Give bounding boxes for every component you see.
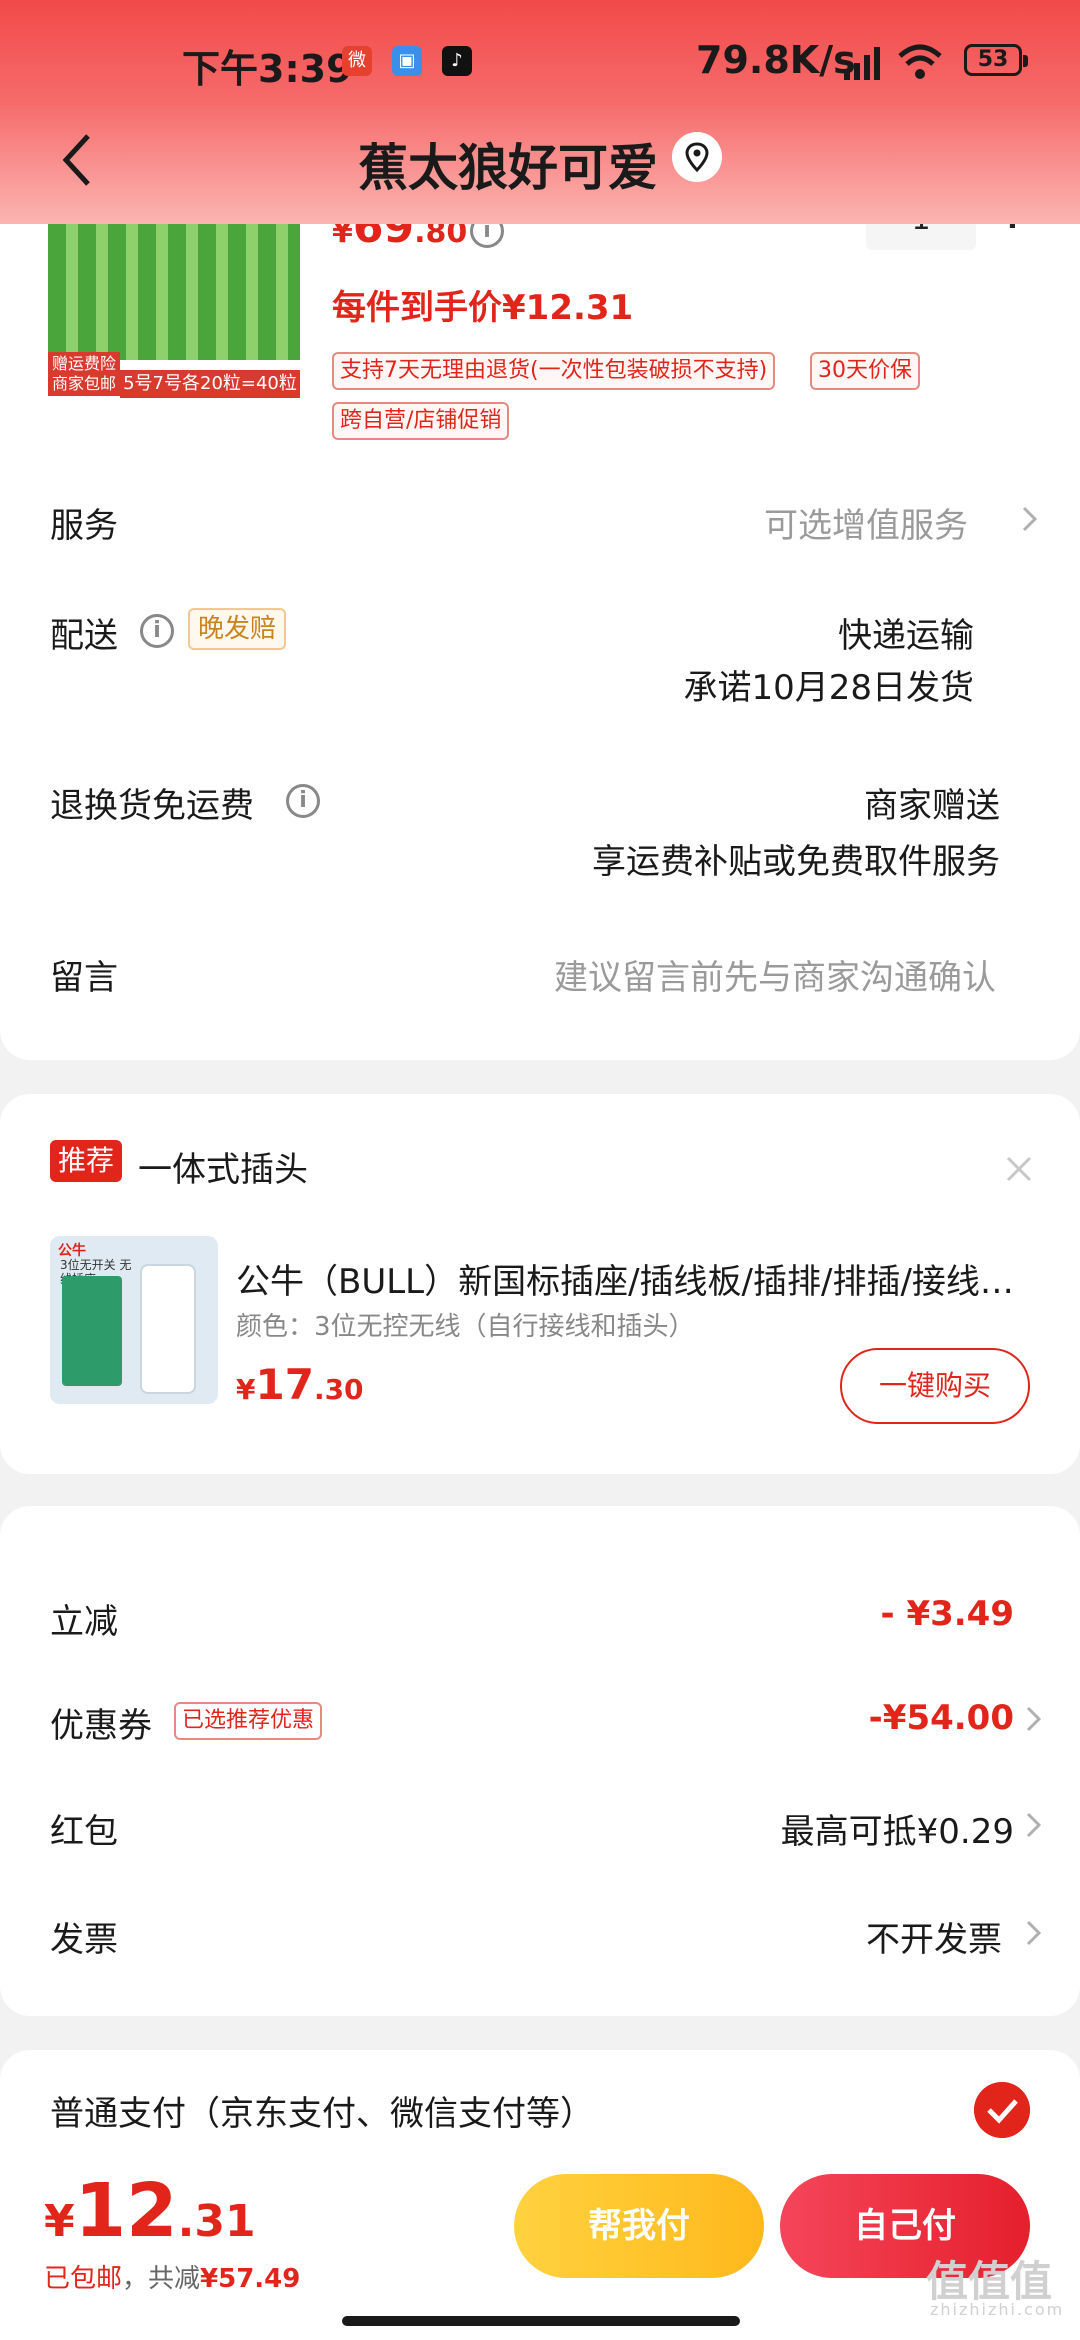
delivery-row[interactable]: 配送 i 晚发赔 快递运输 承诺10月28日发货 — [0, 608, 1080, 728]
header: 下午3:39 微 ▣ ♪ 79.8K/s 53 蕉太狼好可爱 — [0, 0, 1080, 224]
saved-prefix: ，共减 — [122, 2264, 201, 2294]
payment-method-label: 普通支付（京东支付、微信支付等） — [50, 2094, 594, 2134]
instant-discount-label: 立减 — [50, 1602, 118, 1642]
pay-for-me-button[interactable]: 帮我付 — [514, 2174, 764, 2278]
redpacket-label: 红包 — [50, 1812, 118, 1852]
rec-price-decimal: .30 — [313, 1373, 364, 1406]
coupon-label: 优惠券 — [50, 1706, 152, 1746]
rec-price-currency: ¥ — [236, 1373, 256, 1406]
total-price: ¥12.31 — [44, 2168, 256, 2254]
tiktok-app-icon: ♪ — [442, 46, 472, 76]
coupon-selected-badge: 已选推荐优惠 — [174, 1702, 323, 1740]
instant-discount-row: 立减 - ¥3.49 — [0, 1594, 1080, 1654]
price-protect-tag: 30天价保 — [810, 352, 920, 390]
status-bar: 下午3:39 微 ▣ ♪ 79.8K/s 53 — [0, 32, 1080, 92]
delivery-info-icon[interactable]: i — [140, 614, 174, 648]
coupon-row[interactable]: 优惠券 已选推荐优惠 -¥54.00 — [0, 1698, 1080, 1758]
delivery-label: 配送 — [50, 616, 118, 656]
return-shipping-row[interactable]: 退换货免运费 i 商家赠送 享运费补贴或免费取件服务 — [0, 778, 1080, 898]
location-pin-icon[interactable] — [672, 132, 722, 182]
redpacket-row[interactable]: 红包 最高可抵¥0.29 — [0, 1804, 1080, 1864]
one-click-buy-button[interactable]: 一键购买 — [840, 1348, 1030, 1424]
recommend-card: 推荐 一体式插头 公牛 3位无开关 无线插座 公牛（BULL）新国标插座/插线板… — [0, 1094, 1080, 1474]
price-per-item: 每件到手价¥12.31 — [332, 288, 634, 328]
chevron-right-icon — [1026, 1812, 1042, 1838]
discount-card: 立减 - ¥3.49 优惠券 已选推荐优惠 -¥54.00 红包 最高可抵¥0.… — [0, 1506, 1080, 2016]
page-title-text: 蕉太狼好可爱 — [358, 139, 658, 197]
delivery-method: 快递运输 — [838, 616, 974, 656]
return-subsidy: 享运费补贴或免费取件服务 — [592, 842, 1000, 882]
late-compensation-badge: 晚发赔 — [188, 608, 287, 650]
coupon-value: -¥54.00 — [868, 1698, 1014, 1738]
recommend-title: 一体式插头 — [138, 1150, 308, 1190]
recommend-badge: 推荐 — [50, 1140, 123, 1182]
recommend-price: ¥17.30 — [236, 1360, 364, 1409]
close-icon[interactable] — [1004, 1154, 1034, 1184]
return-label: 退换货免运费 — [50, 786, 254, 826]
invoice-row[interactable]: 发票 不开发票 — [0, 1912, 1080, 1972]
thumb-power-strip — [140, 1264, 196, 1394]
service-row[interactable]: 服务 可选增值服务 — [0, 498, 1080, 558]
recommend-product-spec: 颜色：3位无控无线（自行接线和插头） — [236, 1312, 695, 1342]
home-indicator[interactable] — [342, 2316, 740, 2326]
chevron-right-icon — [1026, 1920, 1042, 1946]
net-speed: 79.8K/s — [696, 38, 856, 82]
return-info-icon[interactable]: i — [286, 784, 320, 818]
shipping-free-text: 已包邮 — [44, 2264, 123, 2294]
total-currency: ¥ — [44, 2196, 75, 2247]
calendar-app-icon: ▣ — [392, 46, 422, 76]
product-card: 赠运费险 商家包邮 5号7号各20粒=40粒 ¥69.80 i 1 + 每件到手… — [0, 150, 1080, 1060]
chevron-right-icon — [1026, 1706, 1042, 1732]
message-label: 留言 — [50, 958, 118, 998]
rec-price-integer: 17 — [255, 1360, 314, 1409]
total-decimal: .31 — [177, 2196, 256, 2247]
checkout-bar: ¥12.31 已包邮，共减¥57.49 帮我付 自己付 值值值 zhizhizh… — [0, 2148, 1080, 2340]
total-summary: 已包邮，共减¥57.49 — [44, 2258, 300, 2295]
thumb-spec-tag: 5号7号各20粒=40粒 — [120, 370, 300, 398]
thumb-brand: 公牛 — [58, 1243, 86, 1259]
chevron-right-icon — [1022, 506, 1038, 532]
service-label: 服务 — [50, 506, 118, 546]
invoice-value: 不开发票 — [866, 1920, 1002, 1960]
nav-bar: 蕉太狼好可爱 — [0, 118, 1080, 198]
recommend-product-name[interactable]: 公牛（BULL）新国标插座/插线板/插排/排插/接线板/拖线板 — [236, 1254, 1036, 1303]
page-title[interactable]: 蕉太狼好可爱 — [0, 128, 1016, 200]
status-time: 下午3:39 — [182, 47, 353, 91]
site-watermark-url: zhizhizhi.com — [930, 2300, 1065, 2319]
message-row[interactable]: 留言 建议留言前先与商家沟通确认 — [0, 950, 1080, 1010]
invoice-label: 发票 — [50, 1920, 118, 1960]
recommend-thumbnail[interactable]: 公牛 3位无开关 无线插座 — [50, 1236, 218, 1404]
return-policy-tag: 支持7天无理由退货(一次性包装破损不支持) — [332, 352, 776, 390]
product-image — [48, 210, 300, 360]
promo-tag: 跨自营/店铺促销 — [332, 402, 510, 440]
return-value: 商家赠送 — [864, 786, 1000, 826]
service-value: 可选增值服务 — [764, 506, 968, 546]
message-input[interactable]: 建议留言前先与商家沟通确认 — [554, 950, 996, 999]
checkmark-icon[interactable] — [974, 2082, 1030, 2138]
signal-icon — [844, 47, 880, 80]
total-integer: 12 — [74, 2168, 178, 2254]
weibo-app-icon: 微 — [342, 46, 372, 76]
thumb-shipping-tag: 赠运费险 商家包邮 — [48, 352, 120, 396]
redpacket-value: 最高可抵¥0.29 — [780, 1812, 1014, 1852]
delivery-promise: 承诺10月28日发货 — [683, 668, 974, 708]
battery-icon: 53 — [964, 44, 1028, 76]
saved-amount: ¥57.49 — [200, 2264, 301, 2294]
product-thumbnail[interactable]: 赠运费险 商家包邮 5号7号各20粒=40粒 — [48, 210, 300, 500]
thumb-decor — [62, 1276, 122, 1386]
wifi-icon — [898, 44, 942, 79]
instant-discount-value: - ¥3.49 — [880, 1594, 1015, 1634]
